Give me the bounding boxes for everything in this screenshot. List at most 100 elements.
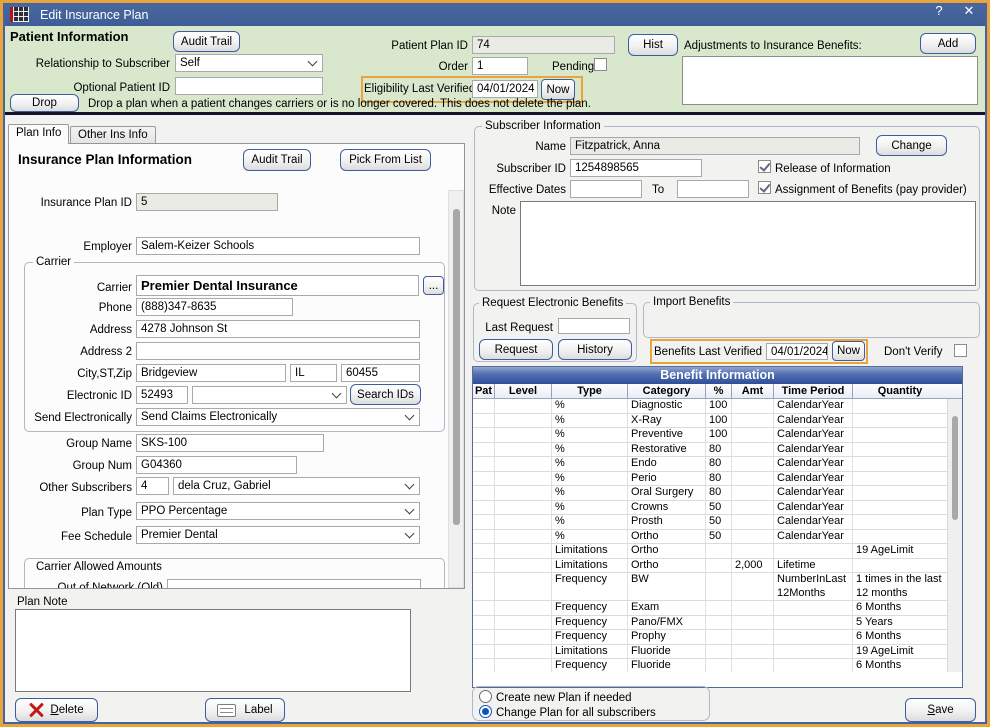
benefit-row[interactable]: %Prosth50CalendarYear	[473, 515, 962, 530]
benefit-row[interactable]: %Diagnostic100CalendarYear	[473, 399, 962, 414]
carrier-field[interactable]: Premier Dental Insurance	[136, 275, 419, 296]
plan-panel-scrollbar[interactable]	[448, 190, 464, 588]
carrier-picker-button[interactable]: ...	[423, 276, 444, 295]
plan-type-select[interactable]: PPO Percentage	[136, 502, 420, 520]
label-button[interactable]: Label	[205, 698, 285, 722]
hist-button[interactable]: Hist	[628, 34, 678, 56]
benefit-row[interactable]: %Endo80CalendarYear	[473, 457, 962, 472]
benefit-row[interactable]: LimitationsOrtho2,000Lifetime	[473, 559, 962, 574]
assignment-of-benefits-checkbox[interactable]	[758, 181, 771, 194]
benefit-cell: %	[552, 515, 628, 529]
benefit-cell: 6 Months	[853, 630, 947, 644]
tab-plan-info[interactable]: Plan Info	[8, 124, 69, 144]
relationship-select[interactable]: Self	[175, 54, 323, 72]
employer-field[interactable]: Salem-Keizer Schools	[136, 237, 420, 255]
electronic-id-select[interactable]	[192, 386, 347, 404]
effective-date-to-field[interactable]	[677, 180, 749, 198]
benefit-cell	[473, 515, 495, 529]
address2-field[interactable]	[136, 342, 420, 360]
benefit-cell	[473, 616, 495, 630]
help-button[interactable]: ?	[928, 3, 950, 18]
drop-button[interactable]: Drop	[10, 94, 79, 112]
benefit-row[interactable]: FrequencyBWNumberInLast 12Months1 times …	[473, 573, 962, 601]
tab-other-ins-info[interactable]: Other Ins Info	[70, 126, 156, 144]
dont-verify-checkbox[interactable]	[954, 344, 967, 357]
benefit-row[interactable]: %Ortho50CalendarYear	[473, 530, 962, 545]
pick-from-list-button[interactable]: Pick From List	[340, 149, 431, 171]
benefit-table-scroll-thumb[interactable]	[952, 416, 958, 520]
benefit-row[interactable]: %Preventive100CalendarYear	[473, 428, 962, 443]
close-button[interactable]: ✕	[958, 3, 980, 19]
phone-field[interactable]: (888)347-8635	[136, 298, 293, 316]
adjustments-box[interactable]	[682, 56, 978, 105]
to-label: To	[652, 183, 664, 197]
delete-button[interactable]: Delete	[15, 698, 98, 722]
benefit-cell	[495, 573, 552, 600]
benefits-last-verified-field[interactable]: 04/01/2024	[766, 343, 828, 360]
electronic-id-field[interactable]: 52493	[136, 386, 188, 404]
order-field[interactable]: 1	[472, 57, 528, 75]
benefit-cell	[473, 472, 495, 486]
history-button[interactable]: History	[558, 339, 632, 360]
benefit-table-scrollbar[interactable]	[947, 399, 962, 672]
group-num-field[interactable]: G04360	[136, 456, 297, 474]
benefit-row[interactable]: FrequencyProphy6 Months	[473, 630, 962, 645]
benefit-cell	[706, 616, 732, 630]
benefit-row[interactable]: %Restorative80CalendarYear	[473, 443, 962, 458]
eligibility-date-field[interactable]: 04/01/2024	[472, 80, 538, 98]
benefit-cell	[473, 414, 495, 428]
state-field[interactable]: IL	[290, 364, 337, 382]
patient-audit-trail-button[interactable]: Audit Trail	[173, 31, 240, 52]
benefit-row[interactable]: %Crowns50CalendarYear	[473, 501, 962, 516]
benefit-cell: 80	[706, 472, 732, 486]
benefit-cell	[732, 544, 774, 558]
change-plan-all-radio[interactable]	[479, 705, 492, 718]
benefit-cell: 19 AgeLimit	[853, 645, 947, 659]
benefit-cell	[853, 501, 947, 515]
benefit-table: Benefit Information PatLevelTypeCategory…	[472, 366, 963, 688]
benefit-cell: %	[552, 457, 628, 471]
benefit-row[interactable]: FrequencyFluoride6 Months	[473, 659, 962, 672]
fee-schedule-select[interactable]: Premier Dental	[136, 526, 420, 544]
benefit-cell	[853, 428, 947, 442]
other-subscribers-select[interactable]: dela Cruz, Gabriel	[173, 477, 420, 495]
search-ids-button[interactable]: Search IDs	[350, 384, 421, 405]
change-subscriber-button[interactable]: Change	[876, 135, 947, 156]
column-header: Category	[628, 384, 706, 398]
benefit-row[interactable]: %X-Ray100CalendarYear	[473, 414, 962, 429]
benefit-row[interactable]: %Perio80CalendarYear	[473, 472, 962, 487]
create-new-plan-radio[interactable]	[479, 690, 492, 703]
subscriber-note-textarea[interactable]	[520, 201, 976, 286]
subscriber-id-field[interactable]: 1254898565	[570, 159, 702, 177]
optional-patient-id-field[interactable]	[175, 77, 323, 95]
pending-checkbox[interactable]	[594, 58, 607, 71]
benefits-now-button[interactable]: Now	[832, 341, 865, 361]
benefit-row[interactable]: LimitationsOrtho19 AgeLimit	[473, 544, 962, 559]
address-field[interactable]: 4278 Johnson St	[136, 320, 420, 338]
save-button[interactable]: Save	[905, 698, 976, 722]
benefit-row[interactable]: FrequencyPano/FMX5 Years	[473, 616, 962, 631]
benefit-cell: CalendarYear	[774, 472, 853, 486]
send-electronically-select[interactable]: Send Claims Electronically	[136, 408, 420, 426]
plan-panel-scroll-thumb[interactable]	[453, 209, 460, 525]
benefit-cell: 1 times in the last 12 months	[853, 573, 947, 600]
benefit-row[interactable]: FrequencyExam6 Months	[473, 601, 962, 616]
city-field[interactable]: Bridgeview	[136, 364, 286, 382]
plan-note-textarea[interactable]	[15, 609, 411, 692]
request-button[interactable]: Request	[479, 339, 553, 360]
benefit-cell	[774, 616, 853, 630]
benefit-row[interactable]: LimitationsFluoride19 AgeLimit	[473, 645, 962, 660]
out-of-network-field[interactable]	[167, 579, 421, 589]
add-adjustment-button[interactable]: Add	[920, 33, 976, 54]
effective-date-from-field[interactable]	[570, 180, 642, 198]
benefit-cell: 80	[706, 486, 732, 500]
benefit-row[interactable]: %Oral Surgery80CalendarYear	[473, 486, 962, 501]
benefit-cell	[473, 399, 495, 413]
zip-field[interactable]: 60455	[341, 364, 420, 382]
benefit-cell	[495, 472, 552, 486]
patient-plan-id-label: Patient Plan ID	[330, 39, 468, 53]
plan-audit-trail-button[interactable]: Audit Trail	[243, 149, 311, 171]
group-name-field[interactable]: SKS-100	[136, 434, 324, 452]
release-of-information-checkbox[interactable]	[758, 160, 771, 173]
last-request-field[interactable]	[558, 318, 630, 334]
